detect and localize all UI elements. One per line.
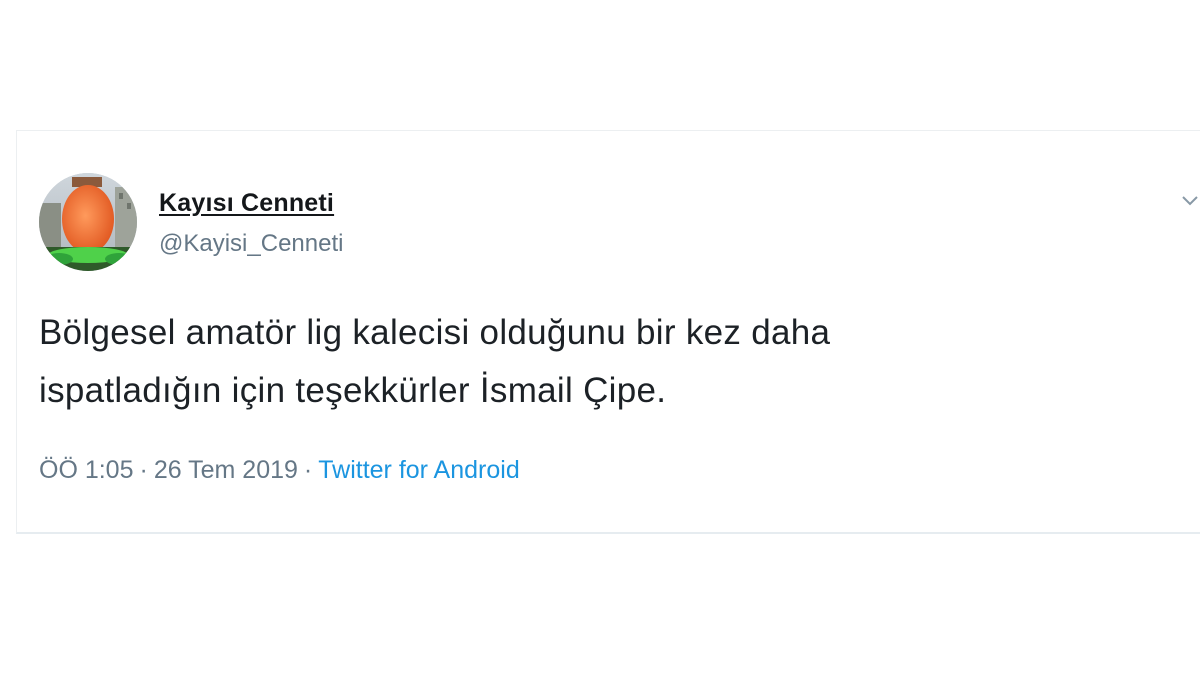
page: Kayısı Cenneti @Kayisi_Cenneti Bölgesel … bbox=[0, 0, 1200, 675]
tweet-card: Kayısı Cenneti @Kayisi_Cenneti Bölgesel … bbox=[16, 130, 1200, 534]
tweet-date[interactable]: 26 Tem 2019 bbox=[154, 456, 298, 484]
tweet-meta: ÖÖ 1:05 · 26 Tem 2019 · Twitter for Android bbox=[39, 456, 520, 485]
tweet-menu-button[interactable] bbox=[1180, 191, 1200, 211]
tweet-source-link[interactable]: Twitter for Android bbox=[318, 456, 519, 484]
meta-separator: · bbox=[139, 456, 148, 484]
tweet-time[interactable]: ÖÖ 1:05 bbox=[39, 456, 134, 484]
tweet-author: Kayısı Cenneti @Kayisi_Cenneti bbox=[159, 189, 343, 258]
avatar[interactable] bbox=[39, 173, 137, 271]
apricot-monument-photo-icon bbox=[39, 173, 137, 271]
meta-separator-2: · bbox=[303, 456, 313, 484]
author-handle[interactable]: @Kayisi_Cenneti bbox=[159, 230, 343, 258]
chevron-down-icon bbox=[1182, 196, 1198, 206]
author-display-name[interactable]: Kayısı Cenneti bbox=[159, 189, 343, 218]
tweet-text: Bölgesel amatör lig kalecisi olduğunu bi… bbox=[39, 313, 831, 410]
